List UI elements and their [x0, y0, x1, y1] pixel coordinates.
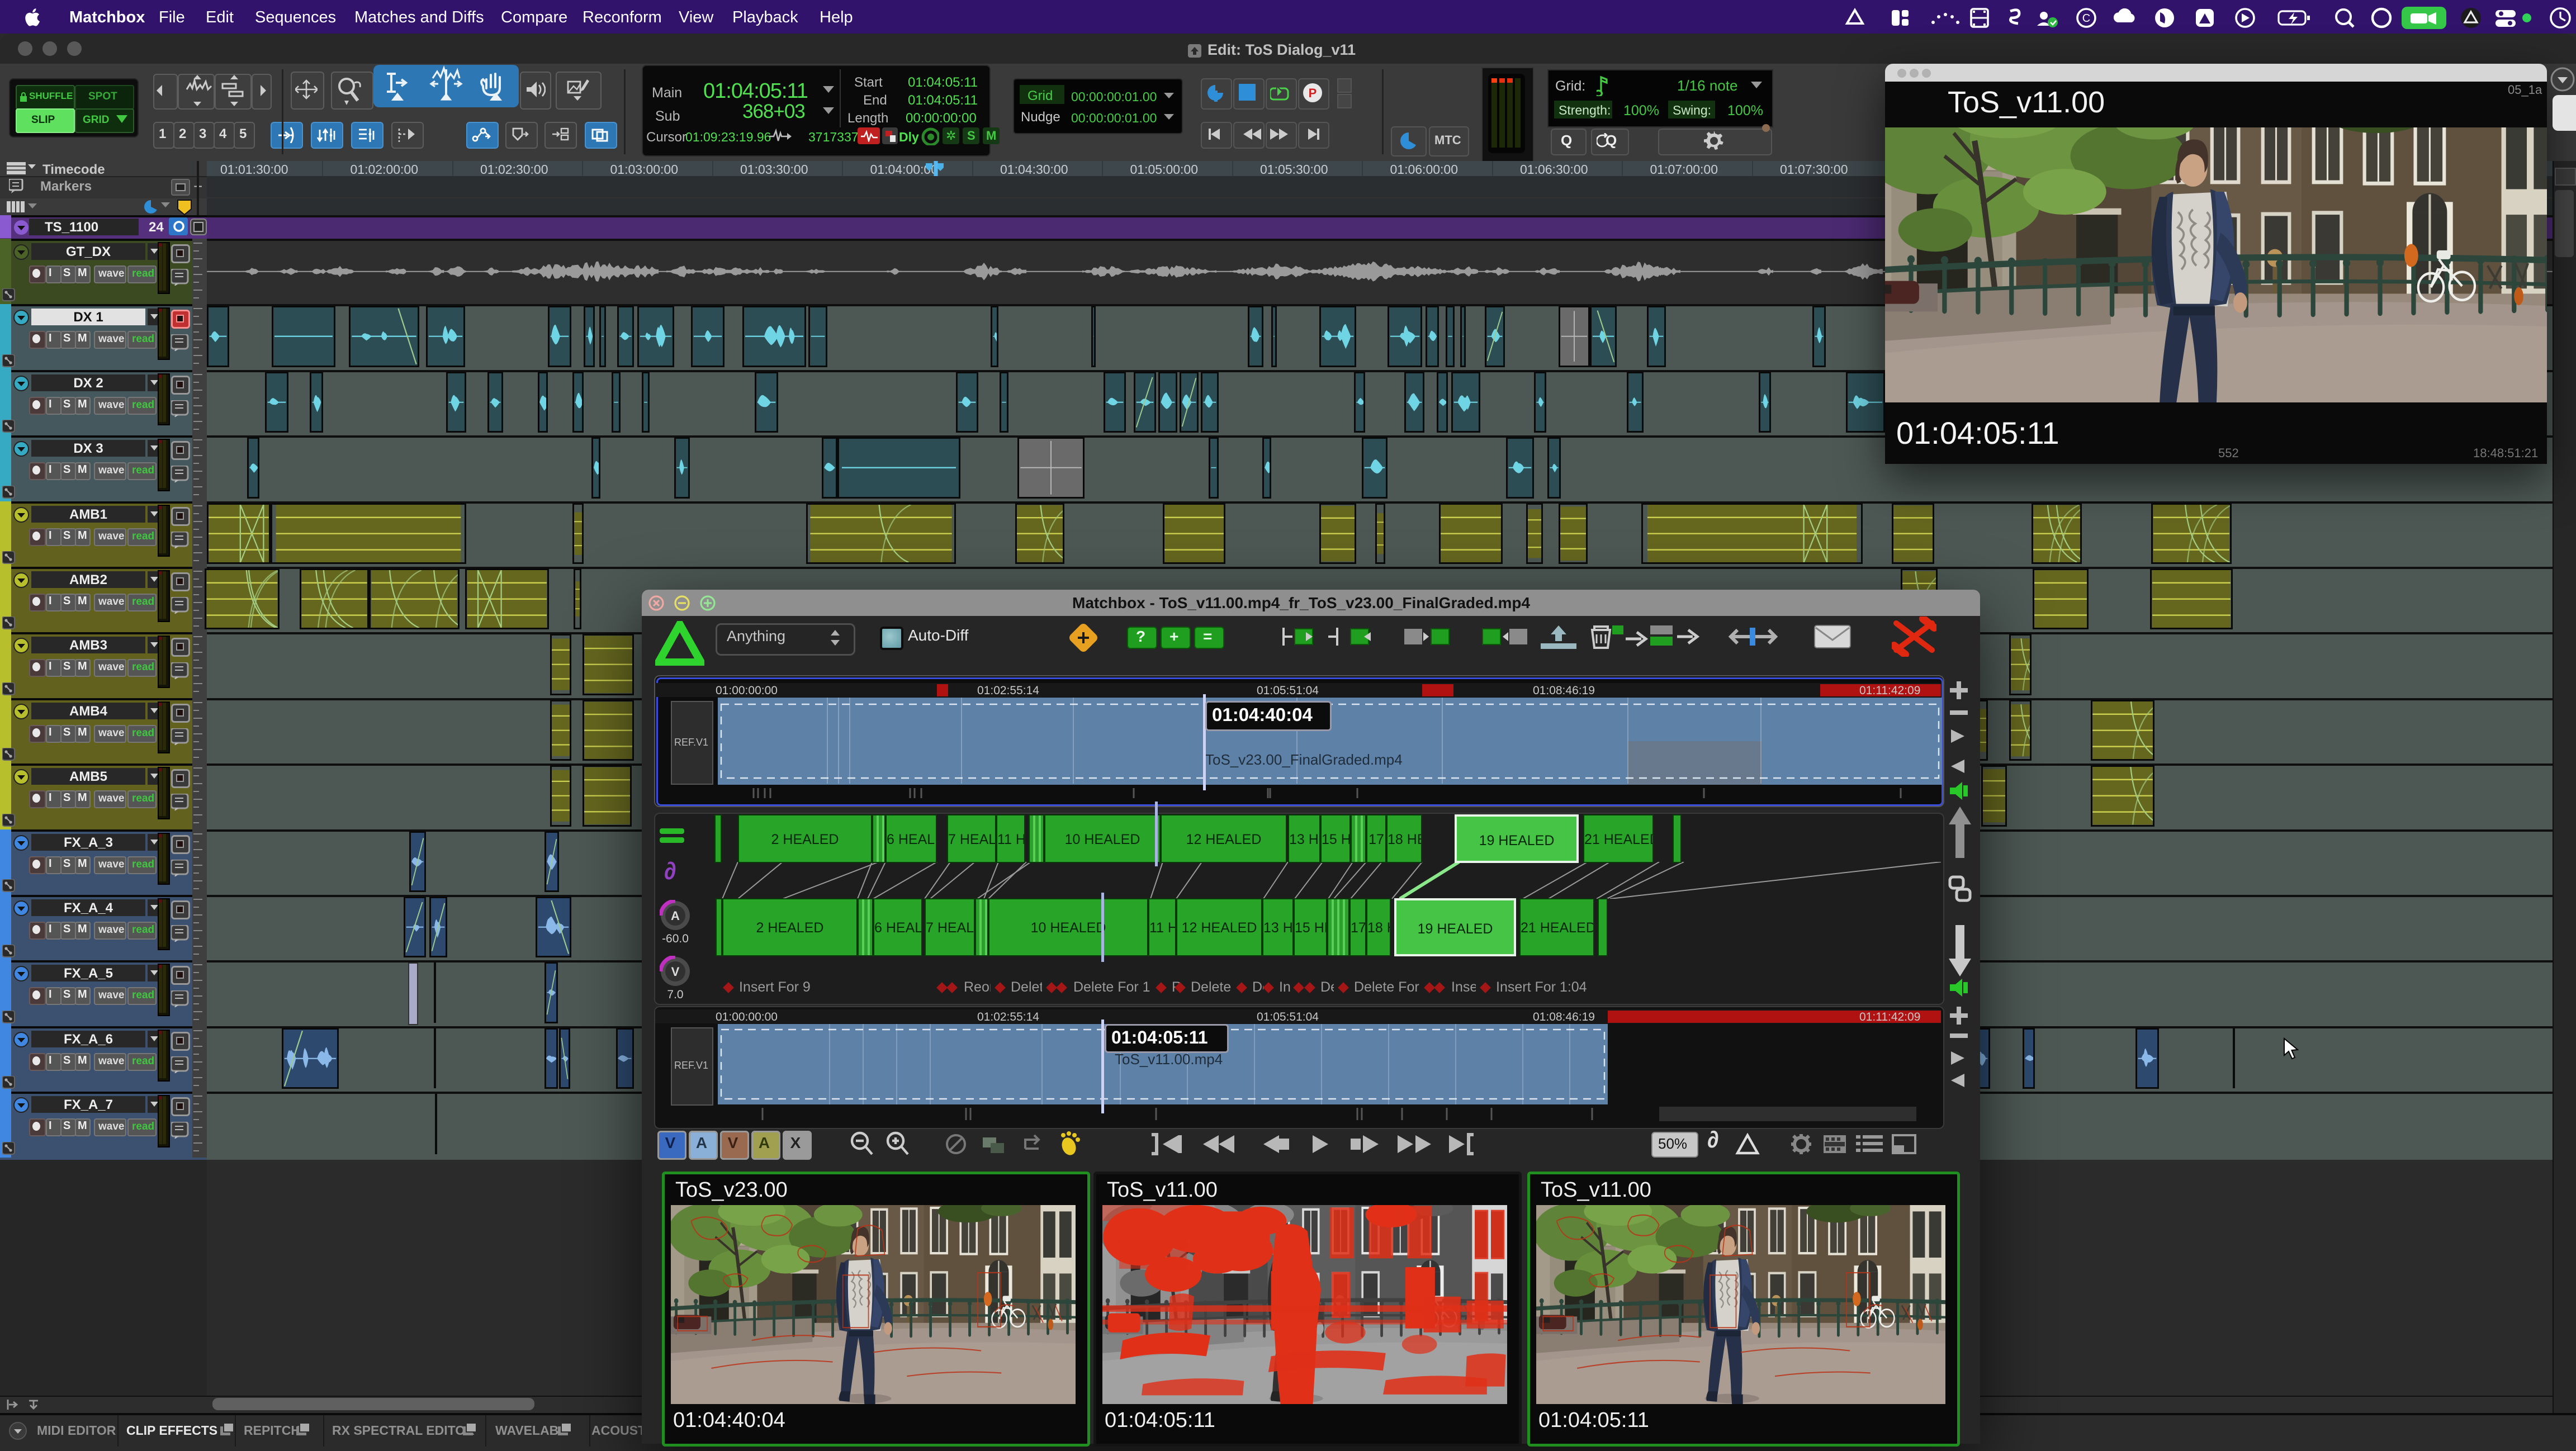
- svg-text:V: V: [671, 965, 680, 979]
- svg-text:C: C: [2082, 12, 2090, 25]
- svg-text:A: A: [671, 909, 680, 923]
- svg-text:P: P: [1309, 86, 1317, 100]
